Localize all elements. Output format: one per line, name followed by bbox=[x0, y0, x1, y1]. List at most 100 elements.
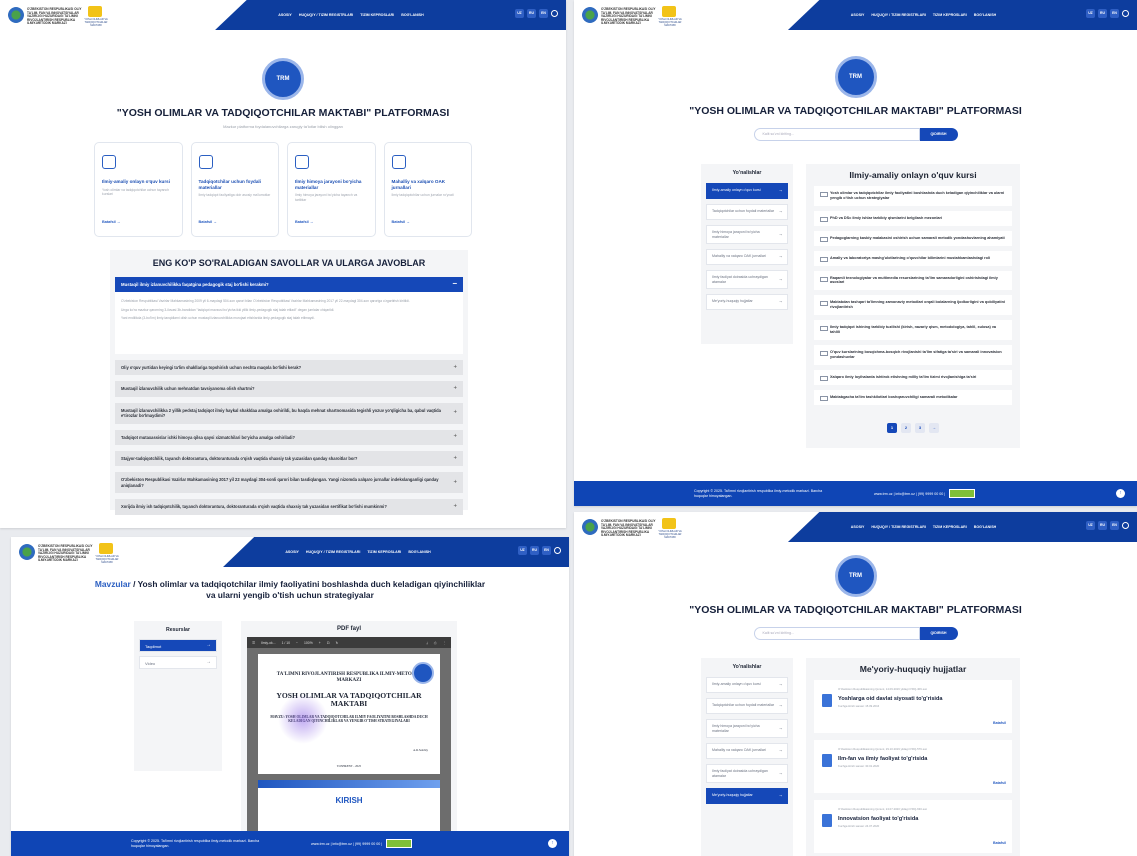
partner-logo-icon[interactable] bbox=[99, 543, 113, 554]
ministry-logo-icon[interactable] bbox=[582, 519, 598, 535]
nav-item-systems[interactable]: TIZIM KEPROSLARI bbox=[360, 13, 394, 17]
ministry-logo-icon[interactable] bbox=[19, 544, 35, 560]
direction-item[interactable]: Ilmiy himoya jarayoni bo'yicha materiall… bbox=[706, 719, 788, 739]
course-topic[interactable]: O'quv kurslarining bosqichma-bosqich riv… bbox=[814, 344, 1012, 365]
resource-item[interactable]: Video bbox=[139, 656, 217, 669]
direction-item-active[interactable]: Ilmiy-amaliy onlayn o'quv kursi bbox=[706, 183, 788, 199]
lang-uz-button[interactable]: UZ bbox=[1086, 9, 1095, 18]
feature-card[interactable]: Tadqiqotchilar uchun foydali materiallar… bbox=[190, 142, 279, 237]
nav-item-home[interactable]: ASOSIY bbox=[278, 13, 292, 17]
direction-item[interactable]: Ilmiy faoliyat doirasida uchraydigan ata… bbox=[706, 764, 788, 784]
lang-uz-button[interactable]: UZ bbox=[515, 9, 524, 18]
law-more-link[interactable]: Batafsil bbox=[993, 781, 1006, 785]
theme-toggle-icon[interactable] bbox=[1122, 522, 1129, 529]
more-icon[interactable]: ⋮ bbox=[443, 641, 446, 645]
course-topic[interactable]: Ilmiy tadqiqot ishining tarkibiy tuzilis… bbox=[814, 320, 1012, 340]
search-button[interactable]: QIDIRISH bbox=[919, 627, 958, 640]
feature-card[interactable]: Ilmiy himoya jarayoni bo'yicha materiall… bbox=[287, 142, 376, 237]
lang-ru-button[interactable]: RU bbox=[1098, 9, 1107, 18]
direction-item[interactable]: Ilmiy-amaliy onlayn o'quv kursi bbox=[706, 677, 788, 693]
nav-item-systems[interactable]: TIZIM KEPROSLARI bbox=[933, 13, 967, 17]
course-topic[interactable]: Raqamli texnologiyalar va multimedia res… bbox=[814, 270, 1012, 291]
law-more-link[interactable]: Batafsil bbox=[993, 841, 1006, 845]
feature-card[interactable]: Ilmiy-amaliy onlayn o'quv kursi Yosh oli… bbox=[94, 142, 183, 237]
card-more-link[interactable]: Batafsil → bbox=[295, 220, 314, 224]
pdf-viewer[interactable]: TA'LIMNI RIVOJLANTIRISH RESPUBLIKA ILMIY… bbox=[247, 648, 451, 853]
lang-ru-button[interactable]: RU bbox=[530, 546, 539, 555]
nav-item-legal[interactable]: HUQUQIY / TIZIM REGISTRLARI bbox=[306, 550, 360, 554]
card-more-link[interactable]: Batafsil → bbox=[102, 220, 121, 224]
fit-page-icon[interactable]: ⊡ bbox=[327, 641, 330, 645]
partner-logo-icon[interactable] bbox=[662, 6, 676, 17]
faq-question[interactable]: Mustaqil izlanuvchilikka 2 yillik pedsta… bbox=[115, 402, 463, 424]
course-topic[interactable]: Amaliy va laboratoriya mashg'ulotlarinin… bbox=[814, 250, 1012, 266]
course-topic[interactable]: PhD va DSc ilmiy ishlar tarkibiy qismlar… bbox=[814, 210, 1012, 226]
law-card[interactable]: O'zbekiston Respublikasining Qonuni, 29.… bbox=[814, 740, 1012, 793]
zoom-out-icon[interactable]: − bbox=[296, 641, 298, 645]
lang-ru-button[interactable]: RU bbox=[1098, 521, 1107, 530]
course-topic[interactable]: Yosh olimlar va tadqiqotchilar ilmiy fao… bbox=[814, 186, 1012, 206]
law-title[interactable]: Ilm-fan va ilmiy faoliyat to'g'risida bbox=[838, 756, 1006, 762]
nav-item-contact[interactable]: BOG'LANISH bbox=[401, 13, 423, 17]
nav-item-contact[interactable]: BOG'LANISH bbox=[974, 525, 996, 529]
ministry-logo-icon[interactable] bbox=[582, 7, 598, 23]
breadcrumb-link[interactable]: Mavzular bbox=[95, 579, 131, 589]
pdf-zoom-level[interactable]: 100% bbox=[304, 641, 313, 645]
search-button[interactable]: QIDIRISH bbox=[919, 128, 958, 141]
page-button-2[interactable]: 2 bbox=[901, 422, 911, 433]
nav-item-legal[interactable]: HUQUQIY / TIZIM REGISTRLARI bbox=[871, 525, 925, 529]
faq-question[interactable]: O'zbekiston Respublikasi Vazirlar Mahkam… bbox=[115, 472, 463, 494]
course-topic[interactable]: Maktabgacha ta'lim tashkilotlari boshqar… bbox=[814, 389, 1012, 405]
nav-item-home[interactable]: ASOSIY bbox=[851, 13, 865, 17]
lang-en-button[interactable]: EN bbox=[539, 9, 548, 18]
lang-ru-button[interactable]: RU bbox=[527, 9, 536, 18]
theme-toggle-icon[interactable] bbox=[1122, 10, 1129, 17]
course-topic[interactable]: Xalqaro ilmiy loyihalarda ishtirok etish… bbox=[814, 369, 1012, 385]
direction-item[interactable]: Tadqiqotchilar uchun foydali materiallar bbox=[706, 698, 788, 714]
search-input[interactable]: Kalit so'zni kiriting... bbox=[753, 627, 920, 640]
law-title[interactable]: Yoshlarga oid davlat siyosati to'g'risid… bbox=[838, 696, 1006, 702]
nav-item-contact[interactable]: BOG'LANISH bbox=[408, 550, 430, 554]
theme-toggle-icon[interactable] bbox=[551, 10, 558, 17]
nav-item-home[interactable]: ASOSIY bbox=[285, 550, 299, 554]
uz-domain-badge[interactable] bbox=[386, 839, 413, 848]
download-icon[interactable]: ⤓ bbox=[426, 641, 428, 645]
zoom-in-icon[interactable]: + bbox=[319, 641, 321, 645]
lang-en-button[interactable]: EN bbox=[1110, 9, 1119, 18]
faq-question[interactable]: Tadqiqot mutaxassislar ichki himoya qils… bbox=[115, 429, 463, 446]
partner-logo-icon[interactable] bbox=[88, 6, 102, 17]
lang-en-button[interactable]: EN bbox=[542, 546, 551, 555]
faq-question[interactable]: Stajyor-tadqiqotchilik, tayanch doktoran… bbox=[115, 451, 463, 467]
uz-domain-badge[interactable] bbox=[949, 489, 976, 498]
pdf-page-indicator[interactable]: 1 / 10 bbox=[282, 641, 290, 645]
next-page-button[interactable]: → bbox=[929, 422, 939, 433]
rotate-icon[interactable]: ↻ bbox=[336, 641, 339, 645]
feature-card[interactable]: Mahalliy va xalqaro OAK jurnallari Ilmiy… bbox=[383, 142, 472, 237]
direction-item[interactable]: Tadqiqotchilar uchun foydali materiallar bbox=[706, 204, 788, 220]
nav-item-legal[interactable]: HUQUQIY / TIZIM REGISTRLARI bbox=[871, 13, 925, 17]
faq-question[interactable]: Xorijda ilmiy ish tadqiqotchilik, tayanc… bbox=[115, 499, 463, 515]
direction-item[interactable]: Mahalliy va xalqaro OAK jurnallari bbox=[706, 249, 788, 266]
page-button-1[interactable]: 1 bbox=[887, 422, 897, 433]
direction-item-active[interactable]: Me'yoriy-huquqiy hujjatlar bbox=[706, 788, 788, 805]
lang-uz-button[interactable]: UZ bbox=[518, 546, 527, 555]
page-button-3[interactable]: 3 bbox=[915, 422, 925, 433]
course-topic[interactable]: Pedagoglarning kasbiy malakasini oshiris… bbox=[814, 230, 1012, 246]
print-icon[interactable]: ⎙ bbox=[434, 641, 437, 645]
nav-item-contact[interactable]: BOG'LANISH bbox=[974, 13, 996, 17]
card-more-link[interactable]: Batafsil → bbox=[199, 220, 218, 224]
card-more-link[interactable]: Batafsil → bbox=[392, 220, 411, 224]
law-card[interactable]: O'zbekiston Respublikasining Qonuni, 24.… bbox=[814, 800, 1012, 853]
nav-item-legal[interactable]: HUQUQIY / TIZIM REGISTRLARI bbox=[299, 13, 353, 17]
law-card[interactable]: O'zbekiston Respublikasining Qonuni, 14.… bbox=[814, 680, 1012, 733]
theme-toggle-icon[interactable] bbox=[554, 547, 561, 554]
resource-item-active[interactable]: Taqdimot bbox=[139, 639, 217, 652]
scroll-top-button[interactable]: ↑ bbox=[548, 839, 557, 848]
direction-item[interactable]: Me'yoriy-huquqiy hujjatlar bbox=[706, 294, 788, 311]
lang-uz-button[interactable]: UZ bbox=[1086, 521, 1095, 530]
direction-item[interactable]: Mahalliy va xalqaro OAK jurnallari bbox=[706, 743, 788, 760]
search-input[interactable]: Kalit so'zni kiriting... bbox=[753, 128, 920, 141]
scroll-top-button[interactable]: ↑ bbox=[1116, 489, 1125, 498]
menu-icon[interactable]: ☰ bbox=[252, 641, 255, 645]
nav-item-systems[interactable]: TIZIM KEPROSLARI bbox=[933, 525, 967, 529]
